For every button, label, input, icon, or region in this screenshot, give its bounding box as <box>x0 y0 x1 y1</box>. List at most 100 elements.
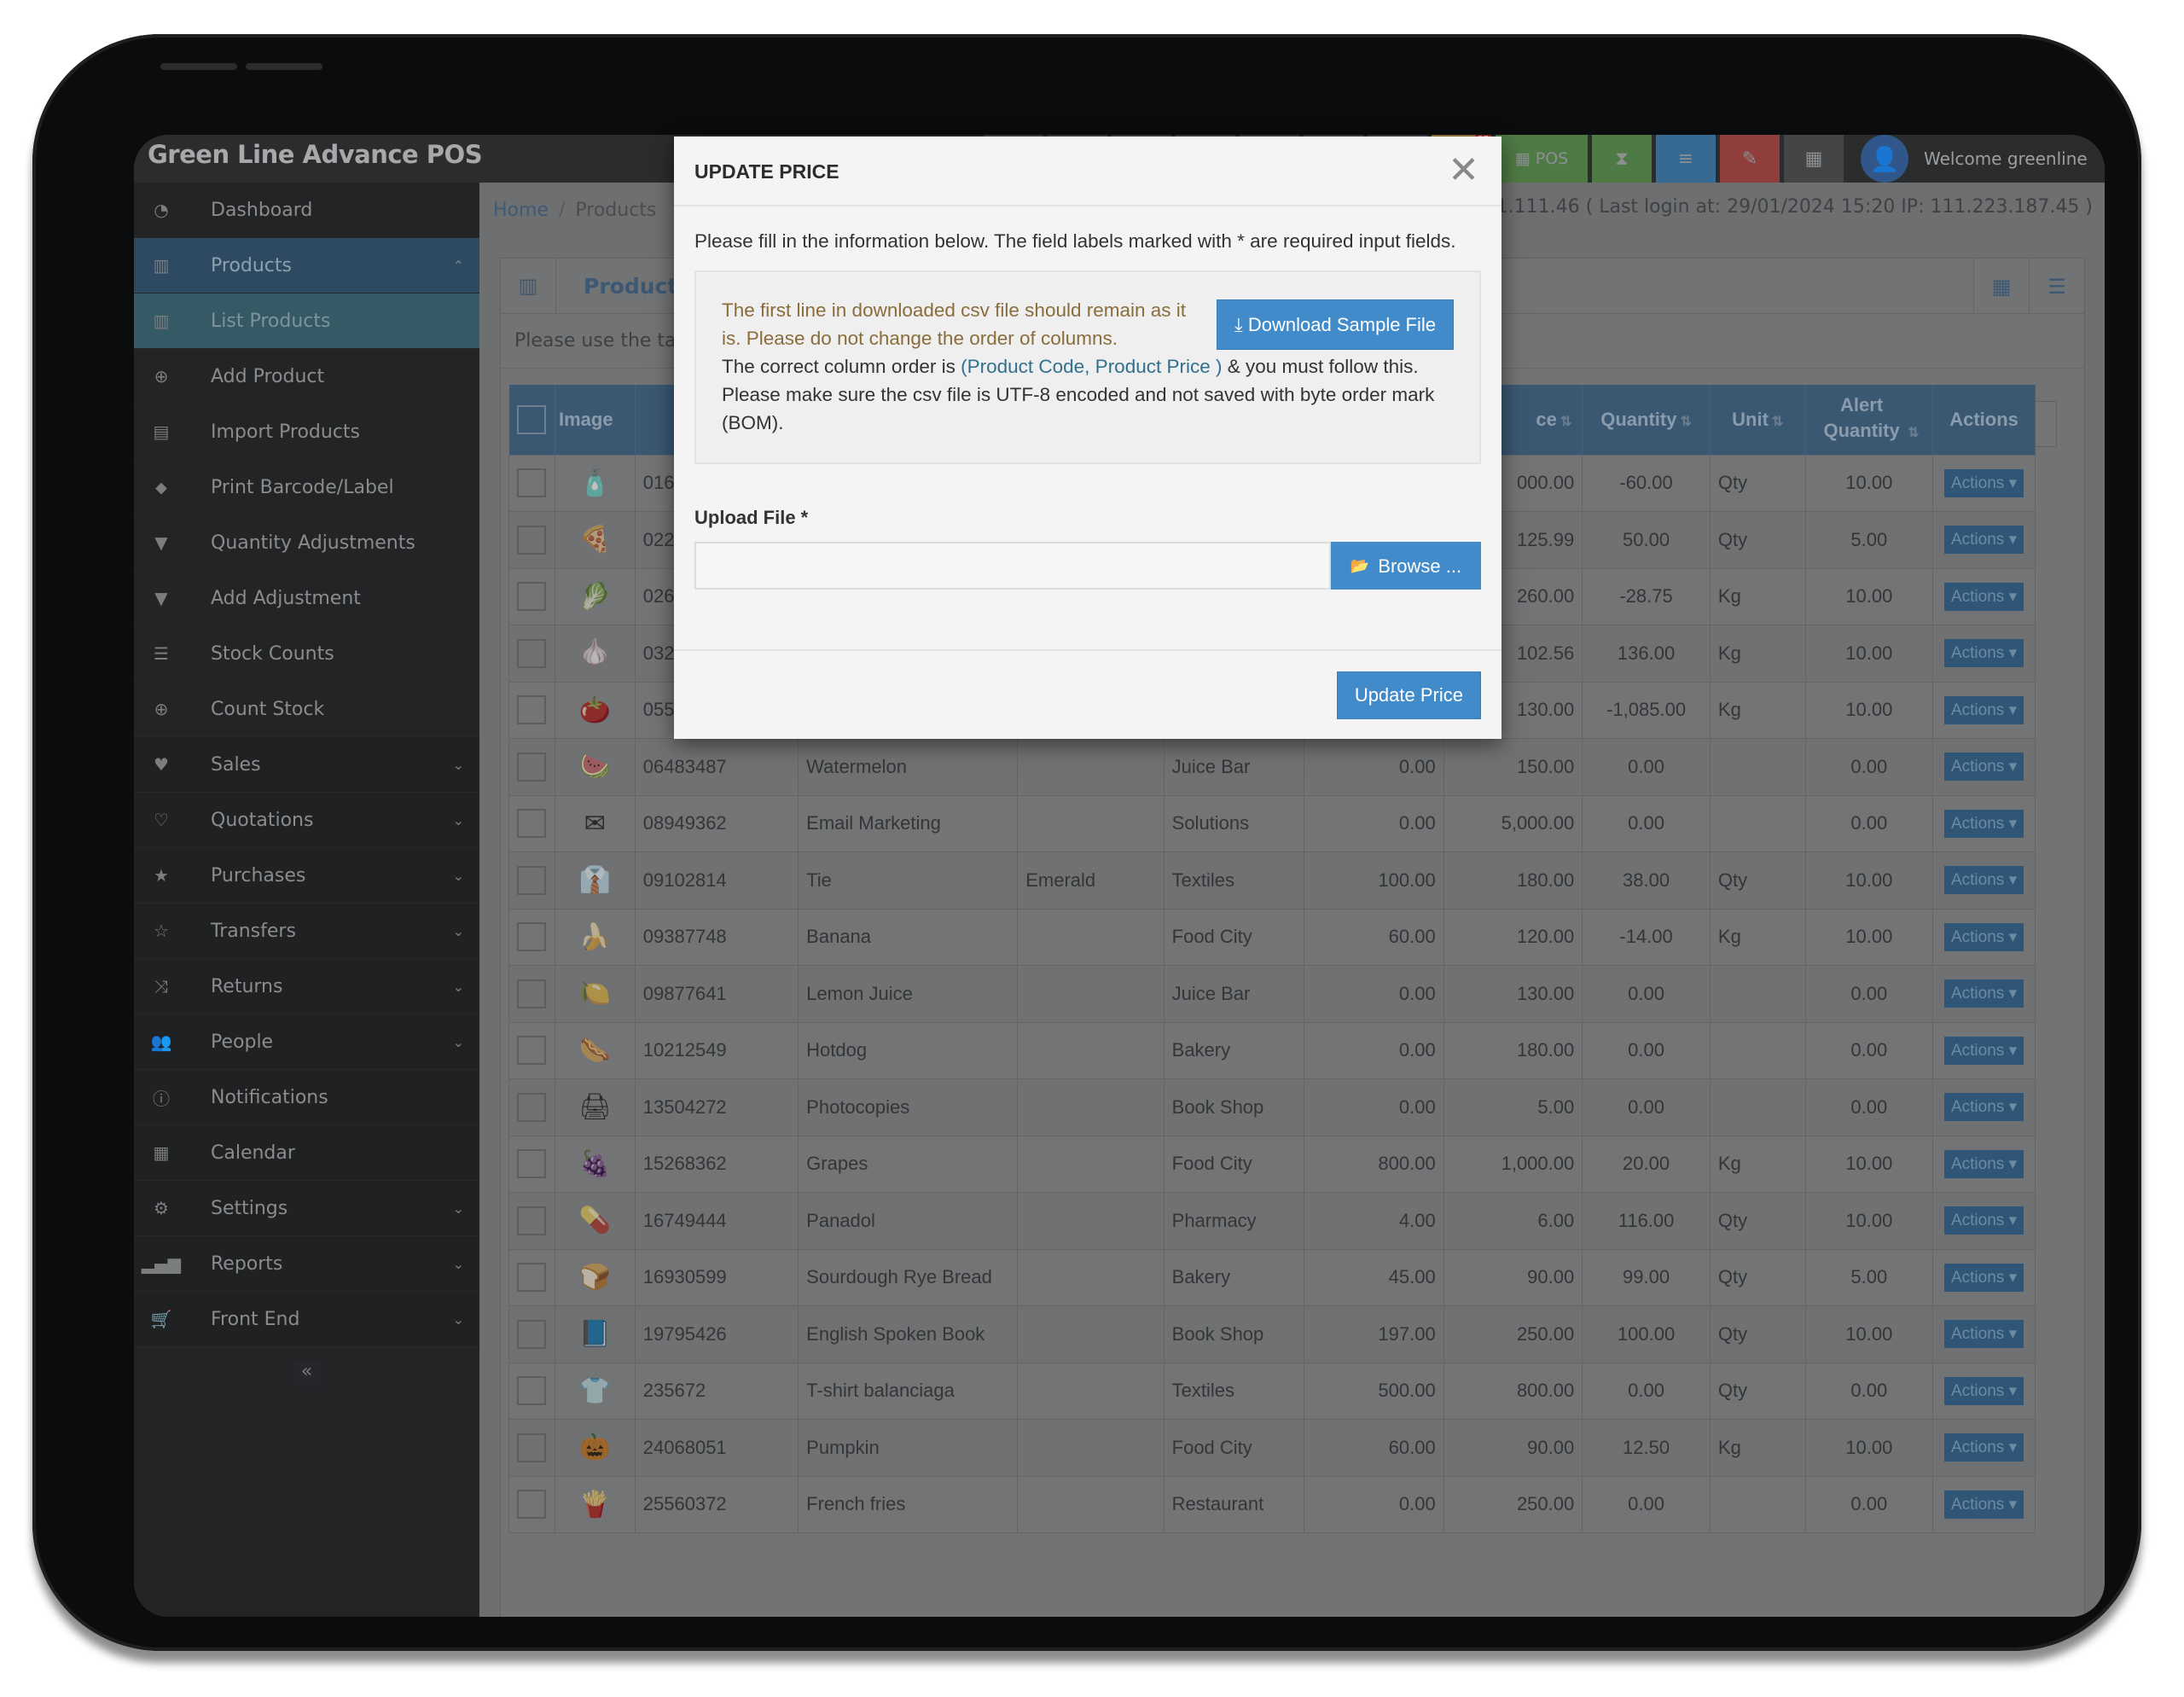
row-checkbox[interactable] <box>517 865 547 895</box>
product-thumbnail[interactable]: 👔 <box>576 862 613 899</box>
table-row[interactable]: 🍇 15268362 Grapes Food City 800.00 1,000.00 20… <box>508 1135 2036 1193</box>
table-row[interactable]: 🍉 06483487 Watermelon Juice Bar 0.00 150.00 0.… <box>508 738 2036 796</box>
sidebar-item-sales[interactable]: ♥ Sales ⌄ <box>134 737 479 793</box>
product-thumbnail[interactable]: ✉ <box>576 805 613 842</box>
product-thumbnail[interactable]: 🍞 <box>576 1258 613 1296</box>
actions-dropdown-button[interactable]: Actions ▾ <box>1943 1320 2024 1349</box>
update-price-button[interactable]: Update Price <box>1336 671 1481 719</box>
product-thumbnail[interactable]: 🧄 <box>576 635 613 672</box>
table-row[interactable]: 🍋 09877641 Lemon Juice Juice Bar 0.00 130.00 0… <box>508 965 2036 1023</box>
row-checkbox[interactable] <box>517 1149 547 1179</box>
row-checkbox[interactable] <box>517 525 547 555</box>
collapse-sidebar-button[interactable]: « <box>293 1361 320 1386</box>
product-thumbnail[interactable]: 🍌 <box>576 918 613 956</box>
avatar[interactable]: 👤 <box>1861 135 1908 183</box>
product-thumbnail[interactable]: 🍇 <box>576 1145 613 1183</box>
sidebar-item-people[interactable]: 👥 People ⌄ <box>134 1014 479 1070</box>
product-thumbnail[interactable]: 📘 <box>576 1316 613 1353</box>
sidebar-item-settings[interactable]: ⚙ Settings ⌄ <box>134 1181 479 1236</box>
sidebar-item-quotations[interactable]: ♡ Quotations ⌄ <box>134 793 479 848</box>
actions-dropdown-button[interactable]: Actions ▾ <box>1943 809 2024 838</box>
sidebar-item-print-barcode-label[interactable]: ⬥ Print Barcode/Label <box>134 460 479 515</box>
actions-dropdown-button[interactable]: Actions ▾ <box>1943 695 2024 724</box>
actions-dropdown-button[interactable]: Actions ▾ <box>1943 468 2024 497</box>
sidebar-item-products[interactable]: ▥ Products ⌃ <box>134 238 479 293</box>
row-checkbox[interactable] <box>517 1433 547 1462</box>
row-checkbox[interactable] <box>517 1092 547 1122</box>
product-thumbnail[interactable]: 🧴 <box>576 464 613 502</box>
close-icon[interactable]: ✕ <box>1448 148 1479 192</box>
sidebar-item-purchases[interactable]: ★ Purchases ⌄ <box>134 848 479 904</box>
table-row[interactable]: 🖨 13504272 Photocopies Book Shop 0.00 5.00 0.0… <box>508 1078 2036 1136</box>
product-thumbnail[interactable]: 💊 <box>576 1202 613 1240</box>
actions-dropdown-button[interactable]: Actions ▾ <box>1943 866 2024 895</box>
row-checkbox[interactable] <box>517 922 547 952</box>
product-thumbnail[interactable]: 🍟 <box>576 1485 613 1523</box>
table-row[interactable]: 🌭 10212549 Hotdog Bakery 0.00 180.00 0.00 0.00 A… <box>508 1021 2036 1079</box>
sidebar-item-stock-counts[interactable]: ☰ Stock Counts <box>134 626 479 682</box>
actions-dropdown-button[interactable]: Actions ▾ <box>1943 1376 2024 1405</box>
warehouse-filter-button[interactable]: ▦ <box>1973 259 2029 314</box>
actions-dropdown-button[interactable]: Actions ▾ <box>1943 1433 2024 1462</box>
row-checkbox[interactable] <box>517 1319 547 1349</box>
row-checkbox[interactable] <box>517 1036 547 1066</box>
table-row[interactable]: 🎃 24068051 Pumpkin Food City 60.00 90.00 12.50… <box>508 1419 2036 1477</box>
actions-dropdown-button[interactable]: Actions ▾ <box>1943 1206 2024 1235</box>
sidebar-item-dashboard[interactable]: ◔ Dashboard <box>134 183 479 238</box>
actions-dropdown-button[interactable]: Actions ▾ <box>1943 1263 2024 1292</box>
panel-menu-button[interactable]: ☰ <box>2029 259 2084 314</box>
welcome-user-menu[interactable]: Welcome greenline <box>1924 148 2088 169</box>
list-button[interactable]: ≡ <box>1656 135 1716 183</box>
table-row[interactable]: 🍞 16930599 Sourdough Rye Bread Bakery 45.00 9… <box>508 1248 2036 1306</box>
download-sample-file-button[interactable]: ⤓ Download Sample File <box>1217 299 1454 350</box>
row-checkbox[interactable] <box>517 752 547 782</box>
row-checkbox[interactable] <box>517 1490 547 1520</box>
actions-dropdown-button[interactable]: Actions ▾ <box>1943 1490 2024 1519</box>
sidebar-item-add-adjustment[interactable]: ▼ Add Adjustment <box>134 571 479 626</box>
pos-button[interactable]: ▦ POS <box>1496 135 1588 183</box>
column-header-alert-quantity[interactable]: Alert Quantity ⇅ <box>1805 385 1934 455</box>
sidebar-item-calendar[interactable]: ▦ Calendar <box>134 1125 479 1181</box>
upload-file-input[interactable] <box>694 542 1331 590</box>
table-row[interactable]: 💊 16749444 Panadol Pharmacy 4.00 6.00 116.00 Qt… <box>508 1192 2036 1250</box>
row-checkbox[interactable] <box>517 468 547 498</box>
row-checkbox[interactable] <box>517 695 547 725</box>
app-title[interactable]: Green Line Advance POS <box>148 140 483 169</box>
actions-dropdown-button[interactable]: Actions ▾ <box>1943 526 2024 555</box>
actions-dropdown-button[interactable]: Actions ▾ <box>1943 1093 2024 1122</box>
product-thumbnail[interactable]: 🥬 <box>576 578 613 615</box>
product-thumbnail[interactable]: 🖨 <box>576 1089 613 1126</box>
table-row[interactable]: 📘 19795426 English Spoken Book Book Shop 197… <box>508 1305 2036 1363</box>
product-thumbnail[interactable]: 🍅 <box>576 691 613 729</box>
actions-dropdown-button[interactable]: Actions ▾ <box>1943 1036 2024 1065</box>
product-thumbnail[interactable]: 🍕 <box>576 521 613 559</box>
clear-cache-button[interactable]: ✎ <box>1720 135 1780 183</box>
row-checkbox[interactable] <box>517 638 547 668</box>
actions-dropdown-button[interactable]: Actions ▾ <box>1943 979 2024 1008</box>
product-thumbnail[interactable]: 🎃 <box>576 1429 613 1467</box>
row-checkbox[interactable] <box>517 582 547 612</box>
actions-dropdown-button[interactable]: Actions ▾ <box>1943 922 2024 951</box>
column-header-unit[interactable]: Unit ⇅ <box>1710 385 1806 455</box>
sidebar-item-notifications[interactable]: ⓘ Notifications <box>134 1070 479 1125</box>
row-checkbox[interactable] <box>517 1206 547 1235</box>
row-checkbox[interactable] <box>517 979 547 1008</box>
sidebar-item-reports[interactable]: ▂▄▆ Reports ⌄ <box>134 1236 479 1292</box>
sidebar-item-list-products[interactable]: ▥ List Products <box>134 293 479 349</box>
hourglass-button[interactable]: ⧗ <box>1592 135 1652 183</box>
sidebar-item-quantity-adjustments[interactable]: ▼ Quantity Adjustments <box>134 515 479 571</box>
actions-dropdown-button[interactable]: Actions ▾ <box>1943 1149 2024 1178</box>
actions-dropdown-button[interactable]: Actions ▾ <box>1943 582 2024 611</box>
row-checkbox[interactable] <box>517 1376 547 1406</box>
product-thumbnail[interactable]: 🌭 <box>576 1032 613 1069</box>
breadcrumb-home-link[interactable]: Home <box>493 200 549 221</box>
sidebar-item-import-products[interactable]: ▤ Import Products <box>134 404 479 460</box>
table-row[interactable]: 🍌 09387748 Banana Food City 60.00 120.00 -14.0… <box>508 908 2036 966</box>
table-row[interactable]: 👕 235672 T-shirt balanciaga Textiles 500.00 8… <box>508 1362 2036 1420</box>
row-checkbox[interactable] <box>517 809 547 839</box>
product-thumbnail[interactable]: 🍋 <box>576 975 613 1013</box>
actions-dropdown-button[interactable]: Actions ▾ <box>1943 639 2024 668</box>
table-row[interactable]: ✉ 08949362 Email Marketing Solutions 0.00 5,0… <box>508 794 2036 852</box>
column-header-quantity[interactable]: Quantity ⇅ <box>1582 385 1711 455</box>
sidebar-item-front-end[interactable]: 🛒 Front End ⌄ <box>134 1292 479 1347</box>
